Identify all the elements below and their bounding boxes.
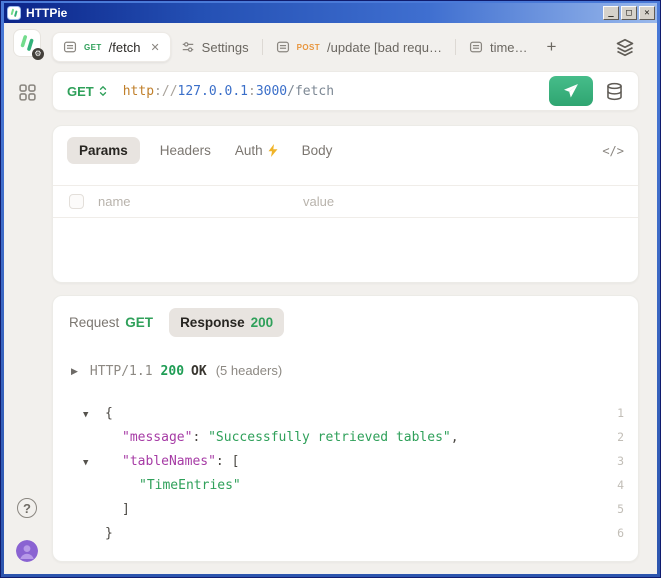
request-method: GET — [125, 315, 153, 330]
window-title: HTTPie — [26, 6, 67, 20]
sidebar: ⚙ ? — [4, 23, 50, 574]
line-number: 6 — [617, 526, 624, 540]
url-input[interactable]: http://127.0.0.1:3000/fetch — [123, 84, 334, 99]
headers-summary: (5 headers) — [216, 363, 282, 378]
httpie-window: HTTPie _ □ ✕ ⚙ ? — [0, 0, 661, 578]
minimize-button[interactable]: _ — [603, 6, 619, 20]
code-line: ▼ { 1 — [53, 401, 638, 425]
app-icon — [7, 6, 21, 20]
help-icon[interactable]: ? — [17, 498, 37, 518]
response-label: Response — [180, 315, 245, 330]
tab-request[interactable]: Request GET — [69, 315, 153, 330]
maximize-button[interactable]: □ — [621, 6, 637, 20]
tab-close-icon[interactable]: ✕ — [150, 41, 159, 54]
line-number: 2 — [617, 430, 624, 444]
tab-get-fetch[interactable]: GET /fetch ✕ — [52, 32, 171, 62]
tab-params[interactable]: Params — [67, 137, 140, 164]
url-bar: GET http://127.0.0.1:3000/fetch — [52, 71, 639, 111]
url-path: /fetch — [287, 84, 334, 99]
code-view-toggle[interactable]: </> — [602, 144, 624, 158]
code-line: } 6 — [53, 521, 638, 545]
row-checkbox[interactable] — [69, 194, 84, 209]
url-host: 127.0.0.1 — [178, 84, 248, 99]
tab-body[interactable]: Body — [302, 143, 333, 158]
status-reason: OK — [191, 364, 207, 379]
tab-bar: GET /fetch ✕ Settings POST /update — [52, 31, 639, 63]
lightning-icon — [268, 144, 278, 157]
line-number: 5 — [617, 502, 624, 516]
close-button[interactable]: ✕ — [639, 6, 655, 20]
line-number: 3 — [617, 454, 624, 468]
titlebar[interactable]: HTTPie _ □ ✕ — [4, 3, 657, 23]
request-tab-icon — [276, 40, 290, 54]
response-body: ▼ { 1 "message": "Successfully retrieved… — [53, 401, 638, 545]
code-line: ▼ "tableNames": [ 3 — [53, 449, 638, 473]
response-panel: Request GET Response 200 ▶ HTTP/1.1 200 … — [52, 295, 639, 562]
grid-icon[interactable] — [18, 83, 37, 107]
method-chevron-icon — [99, 85, 107, 97]
app-body: ⚙ ? GET /fetch ✕ — [4, 23, 657, 574]
tab-separator — [262, 39, 263, 55]
method-select[interactable]: GET — [67, 84, 107, 99]
gear-icon: ⚙ — [32, 48, 44, 60]
send-button[interactable] — [549, 76, 593, 106]
httpie-logo-icon: ⚙ — [13, 29, 41, 57]
paper-plane-icon — [563, 83, 579, 99]
param-value-input[interactable] — [303, 194, 622, 209]
code-line: "TimeEntries" 4 — [53, 473, 638, 497]
tab-post-update[interactable]: POST /update [bad requ… — [266, 32, 452, 62]
tab-headers[interactable]: Headers — [160, 143, 211, 158]
url-port-colon: : — [248, 84, 256, 99]
request-label: Request — [69, 315, 119, 330]
request-tab-icon — [469, 40, 483, 54]
layers-icon[interactable] — [615, 37, 635, 57]
url-port: 3000 — [256, 84, 287, 99]
status-code: 200 — [161, 364, 184, 379]
request-panel-tabs: Params Headers Auth Body </> — [53, 126, 638, 173]
status-protocol: HTTP/1.1 — [90, 364, 153, 379]
new-tab-button[interactable]: + — [538, 37, 566, 57]
request-tab-icon — [63, 40, 77, 54]
fold-icon[interactable]: ▼ — [83, 410, 88, 420]
tab-title: /fetch — [109, 40, 141, 55]
main-panel: GET /fetch ✕ Settings POST /update — [50, 23, 657, 574]
tab-title: Settings — [202, 40, 249, 55]
url-separator: :// — [154, 84, 177, 99]
avatar[interactable] — [16, 540, 38, 562]
tab-title: time… — [490, 40, 528, 55]
tab-title: /update [bad requ… — [327, 40, 442, 55]
tab-time[interactable]: time… — [459, 32, 538, 62]
settings-sliders-icon — [181, 40, 195, 54]
line-number: 1 — [617, 406, 624, 420]
param-row — [53, 185, 638, 218]
code-line: ] 5 — [53, 497, 638, 521]
tab-settings[interactable]: Settings — [171, 32, 259, 62]
line-number: 4 — [617, 478, 624, 492]
method-label: GET — [67, 84, 94, 99]
status-line: ▶ HTTP/1.1 200 OK (5 headers) — [71, 363, 622, 379]
code-line: "message": "Successfully retrieved table… — [53, 425, 638, 449]
tab-method-label: GET — [84, 43, 102, 52]
url-scheme: http — [123, 84, 154, 99]
tab-auth-label: Auth — [235, 143, 263, 158]
request-panel: Params Headers Auth Body </> — [52, 125, 639, 283]
fold-icon[interactable]: ▼ — [83, 458, 88, 468]
database-icon[interactable] — [605, 82, 624, 101]
tab-method-label: POST — [297, 43, 320, 52]
response-panel-tabs: Request GET Response 200 — [53, 296, 638, 347]
tab-separator — [455, 39, 456, 55]
expand-caret-icon[interactable]: ▶ — [71, 366, 78, 377]
param-name-input[interactable] — [98, 194, 303, 209]
tab-response[interactable]: Response 200 — [169, 308, 284, 337]
tab-auth[interactable]: Auth — [235, 143, 278, 158]
response-status-badge: 200 — [251, 315, 274, 330]
